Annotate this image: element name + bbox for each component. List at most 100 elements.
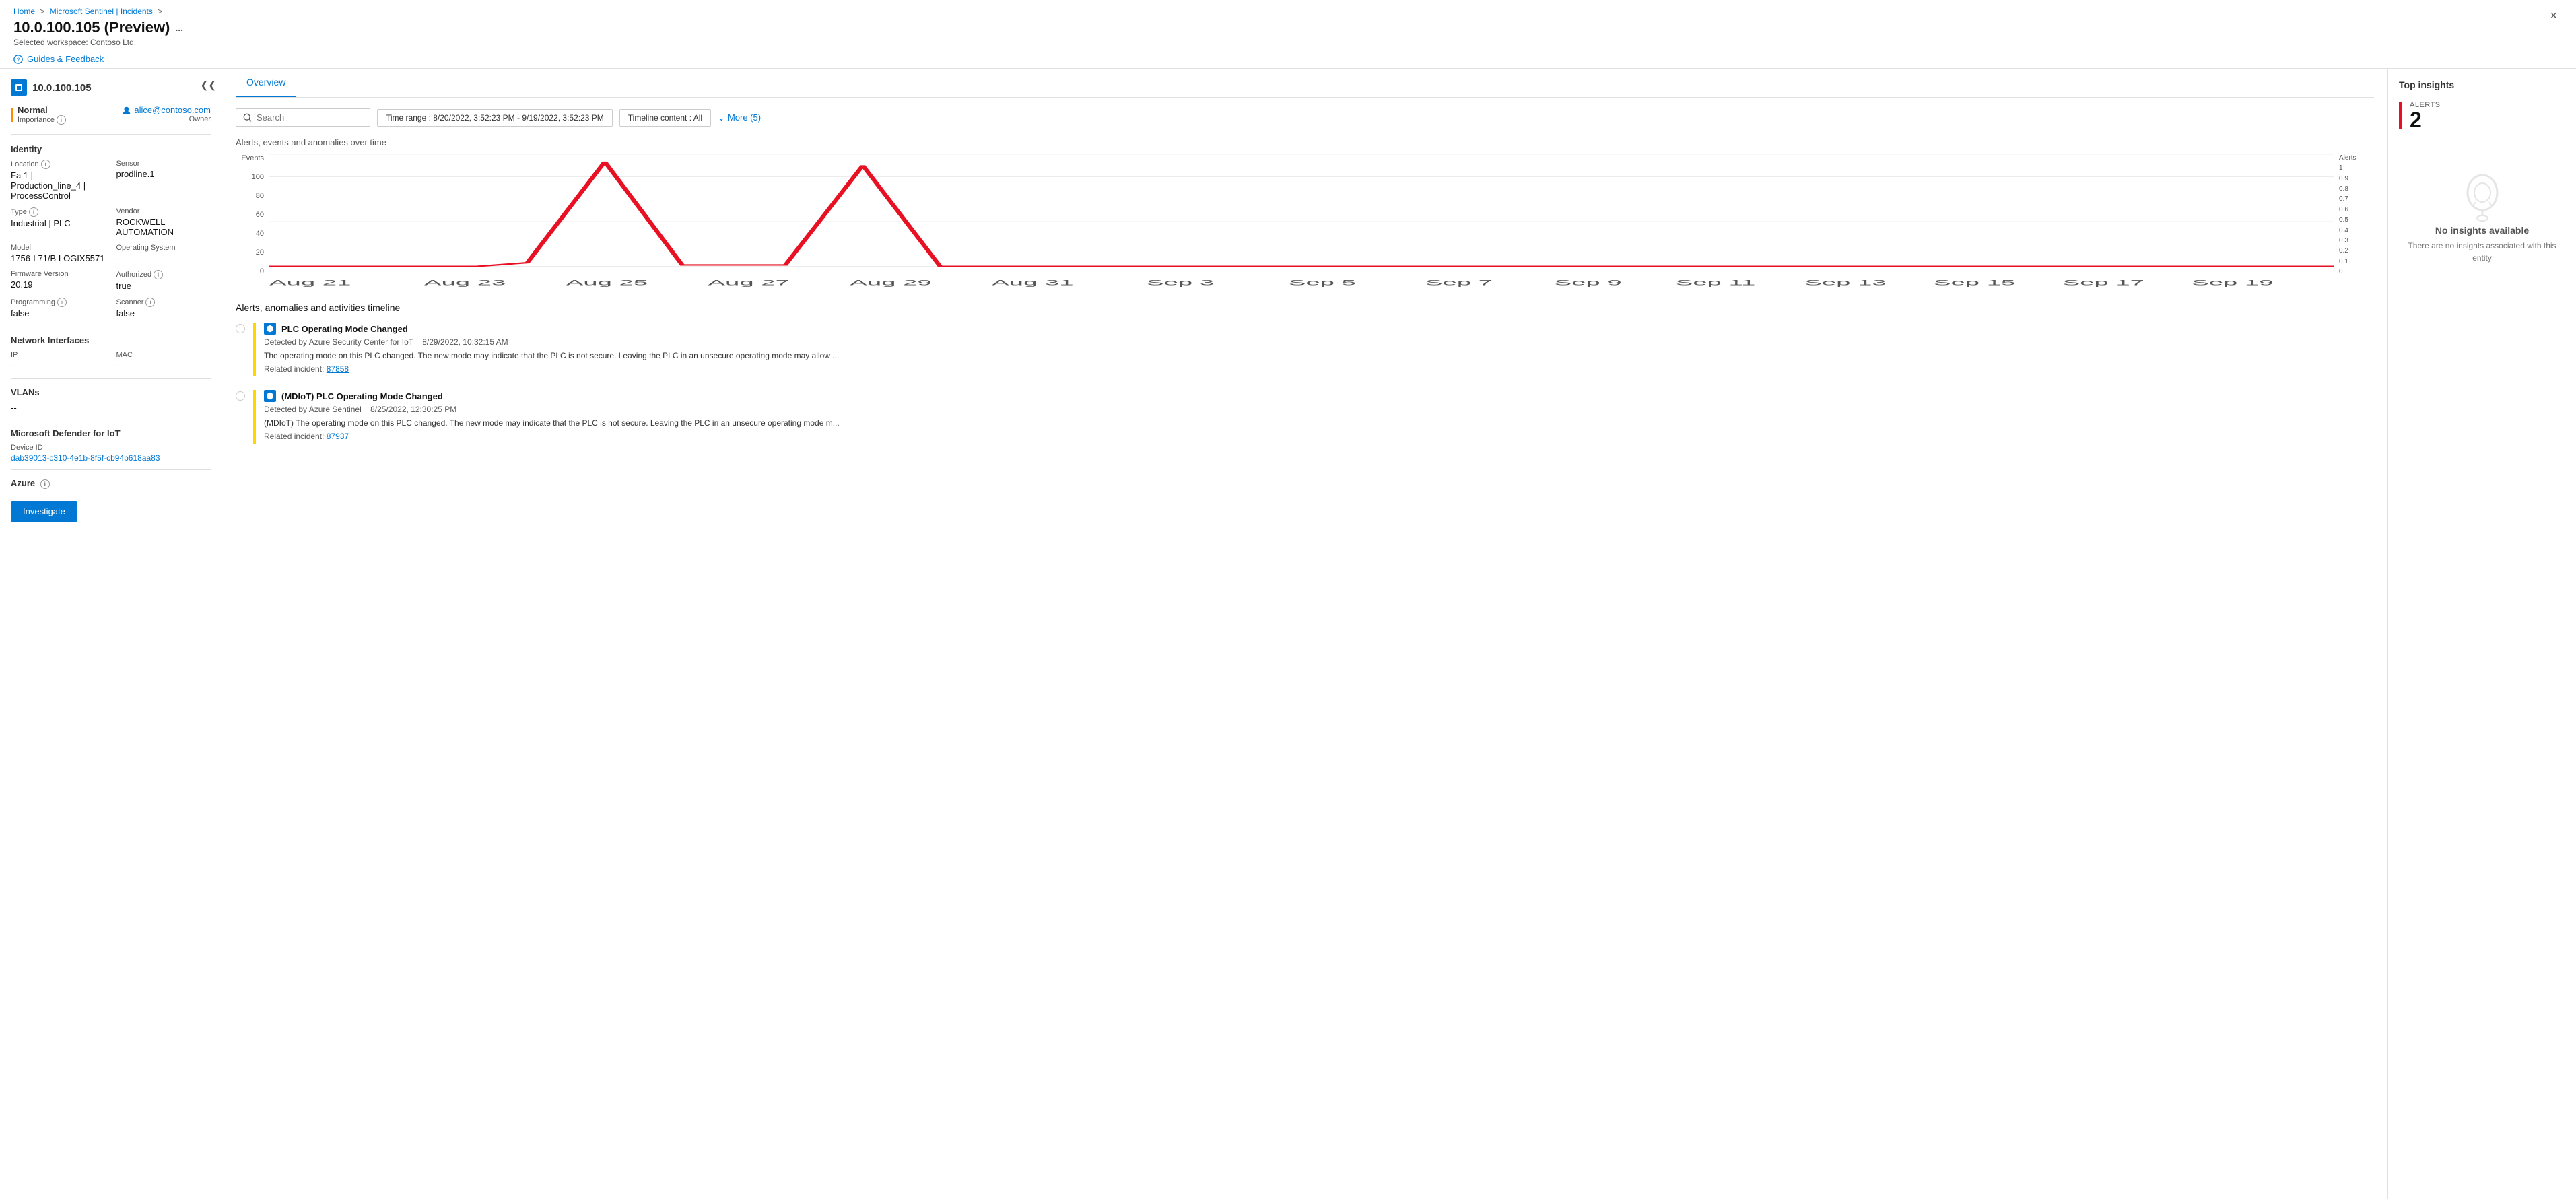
authorized-item: Authorized i true xyxy=(116,270,211,291)
network-section-title: Network Interfaces xyxy=(11,335,211,345)
svg-text:Aug 21: Aug 21 xyxy=(269,278,351,287)
location-label: Location i xyxy=(11,160,106,169)
timeline-radio-2[interactable] xyxy=(236,391,245,401)
main-content: Overview Time range : 8/20/2022, 3:52:23… xyxy=(222,69,2387,1199)
collapse-panel-button[interactable]: ❮❮ xyxy=(201,79,216,91)
identity-grid: Location i Fa 1 | Production_line_4 | Pr… xyxy=(11,160,211,319)
location-item: Location i Fa 1 | Production_line_4 | Pr… xyxy=(11,160,106,201)
importance-info-icon[interactable]: i xyxy=(57,115,66,125)
chart-title: Alerts, events and anomalies over time xyxy=(236,137,2374,147)
svg-text:Aug 29: Aug 29 xyxy=(850,278,931,287)
breadcrumb-home[interactable]: Home xyxy=(13,7,35,16)
os-label: Operating System xyxy=(116,244,211,252)
owner-name: alice@contoso.com xyxy=(122,105,211,115)
ip-item: IP -- xyxy=(11,351,106,370)
ip-value: -- xyxy=(11,360,106,370)
type-info-icon[interactable]: i xyxy=(29,207,38,217)
sensor-item: Sensor prodline.1 xyxy=(116,160,211,201)
timeline-body-2: (MDIoT) PLC Operating Mode Changed Detec… xyxy=(264,390,2374,441)
timeline-item-1: PLC Operating Mode Changed Detected by A… xyxy=(236,323,2374,376)
timeline-title: Alerts, anomalies and activities timelin… xyxy=(236,302,2374,313)
owner-info: alice@contoso.com Owner xyxy=(122,105,211,123)
type-item: Type i Industrial | PLC xyxy=(11,207,106,237)
svg-text:Sep 9: Sep 9 xyxy=(1555,278,1622,287)
vlans-value: -- xyxy=(11,403,211,413)
timeline-item-2: (MDIoT) PLC Operating Mode Changed Detec… xyxy=(236,390,2374,444)
time-range-filter[interactable]: Time range : 8/20/2022, 3:52:23 PM - 9/1… xyxy=(377,109,613,127)
svg-text:Sep 5: Sep 5 xyxy=(1289,278,1356,287)
device-title: 10.0.100.105 xyxy=(11,79,211,96)
incident-link-2[interactable]: 87937 xyxy=(327,432,349,441)
breadcrumb-sep2: > xyxy=(158,7,162,16)
close-button[interactable]: × xyxy=(2544,7,2563,24)
timeline-indicator-1 xyxy=(253,323,256,376)
owner-avatar-icon xyxy=(122,106,131,115)
timeline-shield-2 xyxy=(264,390,276,402)
top-bar: Home > Microsoft Sentinel | Incidents > … xyxy=(0,0,2576,69)
mac-item: MAC -- xyxy=(116,351,211,370)
breadcrumb: Home > Microsoft Sentinel | Incidents > xyxy=(13,7,183,16)
svg-text:Sep 11: Sep 11 xyxy=(1676,278,1756,287)
location-value: Fa 1 | Production_line_4 | ProcessContro… xyxy=(11,170,106,201)
divider-4 xyxy=(11,469,211,470)
model-value: 1756-L71/B LOGIX5571 xyxy=(11,253,106,263)
azure-info-icon[interactable]: i xyxy=(40,479,50,489)
device-id-group: Device ID dab39013-c310-4e1b-8f5f-cb94b6… xyxy=(11,444,211,463)
owner-label: Owner xyxy=(122,115,211,123)
timeline-indicator-2 xyxy=(253,390,256,444)
chevron-down-icon: ⌄ xyxy=(718,112,725,123)
right-panel: Overview Time range : 8/20/2022, 3:52:23… xyxy=(222,69,2576,1199)
filters-row: Time range : 8/20/2022, 3:52:23 PM - 9/1… xyxy=(236,108,2374,127)
authorized-info-icon[interactable]: i xyxy=(154,270,163,279)
no-insights-title: No insights available xyxy=(2435,225,2529,236)
incident-link-1[interactable]: 87858 xyxy=(327,364,349,374)
svg-text:Sep 19: Sep 19 xyxy=(2192,278,2273,287)
device-id-value[interactable]: dab39013-c310-4e1b-8f5f-cb94b618aa83 xyxy=(11,453,211,463)
tab-overview[interactable]: Overview xyxy=(236,69,296,97)
timeline-incident-2: Related incident: 87937 xyxy=(264,432,2374,441)
timeline-body-1: PLC Operating Mode Changed Detected by A… xyxy=(264,323,2374,374)
investigate-button[interactable]: Investigate xyxy=(11,501,77,522)
vendor-item: Vendor ROCKWELL AUTOMATION xyxy=(116,207,211,237)
search-input[interactable] xyxy=(257,112,358,123)
firmware-label: Firmware Version xyxy=(11,270,106,278)
chart-y-axis-left: Events 100 80 60 40 20 0 xyxy=(236,154,269,289)
os-value: -- xyxy=(116,253,211,263)
guides-feedback-link[interactable]: ? Guides & Feedback xyxy=(13,54,183,64)
mac-label: MAC xyxy=(116,351,211,359)
alerts-count-box: ALERTS 2 xyxy=(2399,101,2441,131)
timeline-meta-2: Detected by Azure Sentinel 8/25/2022, 12… xyxy=(264,405,2374,414)
alerts-label-box: ALERTS 2 xyxy=(2410,101,2441,131)
page-more-icon[interactable]: ... xyxy=(175,22,183,33)
timeline-radio-1[interactable] xyxy=(236,324,245,333)
scanner-label: Scanner i xyxy=(116,298,211,307)
authorized-label: Authorized i xyxy=(116,270,211,279)
importance-label: Importance i xyxy=(18,115,66,125)
timeline-content-filter[interactable]: Timeline content : All xyxy=(619,109,711,127)
more-filters-button[interactable]: ⌄ More (5) xyxy=(718,112,761,123)
guides-icon: ? xyxy=(13,55,23,64)
mac-value: -- xyxy=(116,360,211,370)
scanner-item: Scanner i false xyxy=(116,298,211,319)
left-panel: ❮❮ 10.0.100.105 Normal Importance i xyxy=(0,69,222,1199)
timeline-incident-1: Related incident: 87858 xyxy=(264,364,2374,374)
alerts-axis-label: Alerts xyxy=(2339,154,2357,162)
programming-info-icon[interactable]: i xyxy=(57,298,67,307)
svg-text:Aug 23: Aug 23 xyxy=(424,278,506,287)
no-insights-container: No insights available There are no insig… xyxy=(2399,171,2565,264)
main-layout: ❮❮ 10.0.100.105 Normal Importance i xyxy=(0,69,2576,1199)
chart-svg: Aug 21 Aug 23 Aug 25 Aug 27 Aug 29 Aug 3… xyxy=(269,154,2334,289)
scanner-info-icon[interactable]: i xyxy=(145,298,155,307)
breadcrumb-sentinel[interactable]: Microsoft Sentinel | Incidents xyxy=(50,7,153,16)
search-box[interactable] xyxy=(236,108,370,127)
event-title-1: PLC Operating Mode Changed xyxy=(281,324,408,334)
svg-text:Sep 7: Sep 7 xyxy=(1425,278,1493,287)
chart-area: Events 100 80 60 40 20 0 xyxy=(236,154,2374,289)
svg-text:Sep 17: Sep 17 xyxy=(2063,278,2144,287)
location-info-icon[interactable]: i xyxy=(41,160,50,169)
device-id-label: Device ID xyxy=(11,444,211,452)
network-grid: IP -- MAC -- xyxy=(11,351,211,370)
azure-section-title: Azure i xyxy=(11,478,211,489)
firmware-item: Firmware Version 20.19 xyxy=(11,270,106,291)
chip-icon xyxy=(13,82,24,93)
